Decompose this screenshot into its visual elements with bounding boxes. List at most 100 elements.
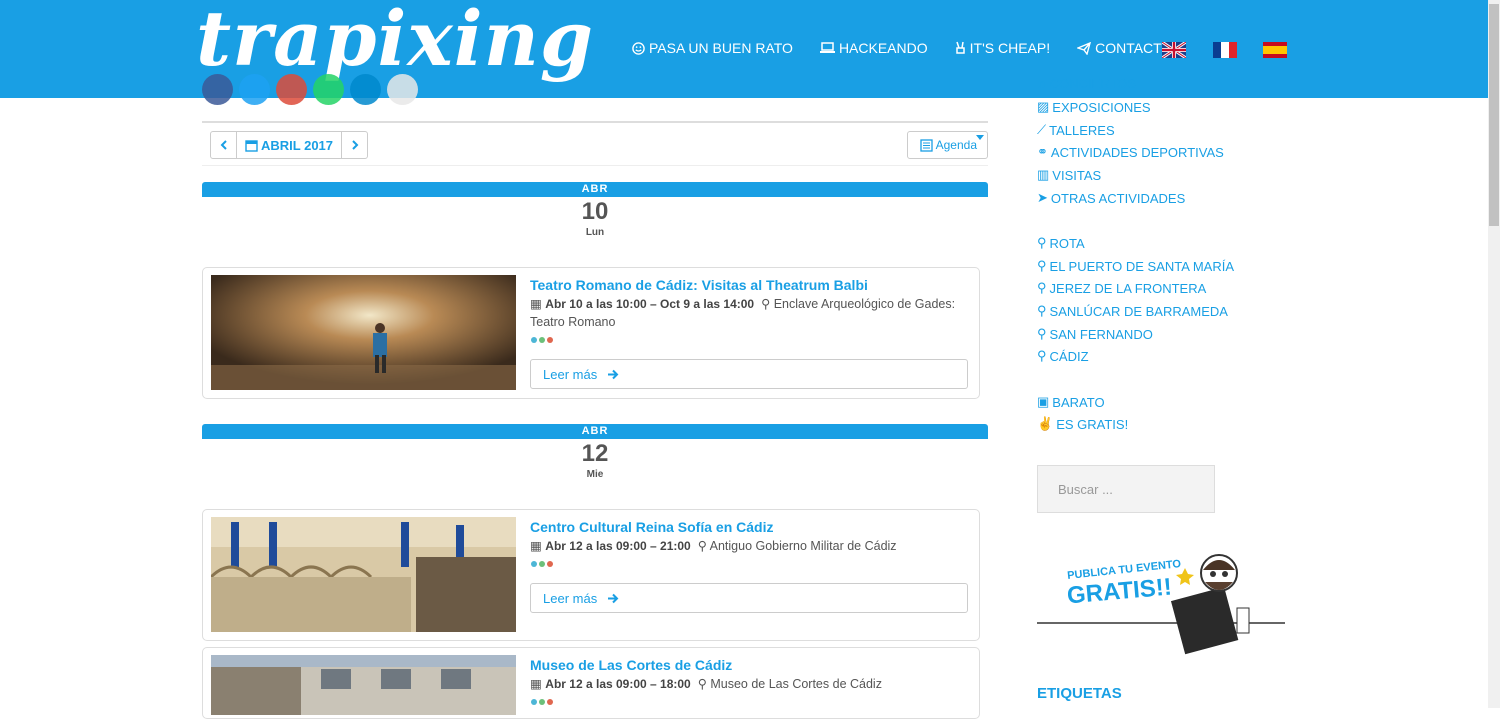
email-icon[interactable] bbox=[387, 74, 418, 105]
sidebar-item-barato[interactable]: ▣ BARATO bbox=[1037, 394, 1105, 410]
map-marker-icon: ⚲ bbox=[1037, 235, 1047, 250]
read-more-label: Leer más bbox=[543, 366, 598, 382]
image-icon: ▨ bbox=[1037, 99, 1050, 114]
day-number: 12 bbox=[581, 440, 609, 467]
day-header-month: ABR bbox=[202, 182, 988, 197]
page-scrollbar[interactable] bbox=[1488, 0, 1500, 708]
calendar-icon: ▦ bbox=[530, 297, 542, 311]
sidebar-item-label: ACTIVIDADES DEPORTIVAS bbox=[1050, 144, 1224, 160]
whatsapp-icon[interactable] bbox=[313, 74, 344, 105]
smile-icon bbox=[632, 41, 645, 55]
scrollbar-thumb[interactable] bbox=[1489, 4, 1499, 226]
event-title[interactable]: Teatro Romano de Cádiz: Visitas al Theat… bbox=[530, 277, 868, 293]
paper-plane-icon: ➤ bbox=[1037, 190, 1048, 205]
sidebar-item-otras-actividades[interactable]: ➤ OTRAS ACTIVIDADES bbox=[1037, 190, 1185, 206]
sidebar-item-label: VISITAS bbox=[1052, 167, 1102, 183]
map-marker-icon: ⚲ bbox=[697, 677, 707, 691]
sidebar-item-label: CÁDIZ bbox=[1049, 348, 1089, 364]
event-image[interactable] bbox=[211, 655, 516, 715]
month-navigation: ABRIL 2017 bbox=[210, 131, 369, 159]
sidebar-item-label: ES GRATIS! bbox=[1056, 416, 1129, 432]
category-dot bbox=[539, 699, 545, 705]
sidebar-item-place[interactable]: ⚲ SANLÚCAR DE BARRAMEDA bbox=[1037, 303, 1228, 319]
map-marker-icon: ⚲ bbox=[697, 539, 707, 553]
nav-label: HACKEANDO bbox=[838, 40, 928, 56]
peace-hand-icon bbox=[955, 41, 965, 54]
event-date: Abr 12 a las 09:00 – 21:00 bbox=[545, 539, 691, 553]
sidebar-item-place[interactable]: ⚲ EL PUERTO DE SANTA MARÍA bbox=[1037, 258, 1234, 274]
spanish-flag-icon[interactable] bbox=[1263, 42, 1287, 58]
laptop-icon bbox=[819, 42, 835, 53]
category-dot bbox=[547, 699, 553, 705]
nav-label: PASA UN BUEN RATO bbox=[649, 40, 793, 56]
event-meta: ▦ Abr 12 a las 09:00 – 21:00 ⚲ Antiguo G… bbox=[530, 537, 960, 555]
map-marker-icon: ⚲ bbox=[1037, 280, 1047, 295]
day-weekday: Mie bbox=[586, 469, 604, 480]
sidebar-item-place[interactable]: ⚲ JEREZ DE LA FRONTERA bbox=[1037, 280, 1206, 296]
search-input[interactable]: Buscar ... bbox=[1037, 465, 1215, 513]
bicycle-icon: ⚭ bbox=[1037, 144, 1048, 159]
nav-its-cheap[interactable]: IT'S CHEAP! bbox=[955, 40, 1050, 56]
sidebar-item-visitas[interactable]: ▥ VISITAS bbox=[1037, 167, 1101, 183]
category-dot bbox=[547, 561, 553, 567]
google-plus-icon[interactable] bbox=[276, 74, 307, 105]
sidebar-item-label: SAN FERNANDO bbox=[1049, 326, 1153, 342]
sidebar-item-label: BARATO bbox=[1052, 394, 1105, 410]
twitter-icon[interactable] bbox=[239, 74, 270, 105]
french-flag-icon[interactable] bbox=[1213, 42, 1237, 58]
nav-hackeando[interactable]: HACKEANDO bbox=[819, 40, 928, 56]
sidebar-item-actividades-deportivas[interactable]: ⚭ ACTIVIDADES DEPORTIVAS bbox=[1037, 144, 1224, 160]
chevron-left-icon bbox=[220, 140, 227, 150]
map-icon: ▥ bbox=[1037, 167, 1050, 182]
event-location: Museo de Las Cortes de Cádiz bbox=[710, 677, 882, 691]
sidebar-item-conciertos[interactable]: ♫ CONCIERTOS bbox=[1037, 76, 1136, 91]
publish-event-banner[interactable]: PUBLICA TU EVENTO GRATIS!! bbox=[1037, 548, 1287, 658]
nav-pasa-un-buen-rato[interactable]: PASA UN BUEN RATO bbox=[632, 40, 793, 56]
calendar-icon: ▦ bbox=[530, 539, 542, 553]
facebook-icon[interactable] bbox=[202, 74, 233, 105]
site-logo[interactable]: trapixing bbox=[196, 0, 594, 83]
category-dot bbox=[547, 337, 553, 343]
english-flag-icon[interactable] bbox=[1162, 42, 1186, 58]
prev-month-button[interactable] bbox=[211, 132, 236, 158]
sidebar-item-talleres[interactable]: ⟋ TALLERES bbox=[1037, 122, 1115, 138]
category-dots bbox=[531, 699, 553, 705]
event-card: Museo de Las Cortes de Cádiz ▦ Abr 12 a … bbox=[202, 647, 980, 719]
sidebar-item-place[interactable]: ⚲ CÁDIZ bbox=[1037, 348, 1089, 364]
category-dot bbox=[539, 337, 545, 343]
money-icon: ▣ bbox=[1037, 394, 1050, 409]
event-image[interactable] bbox=[211, 517, 516, 632]
telegram-icon[interactable] bbox=[350, 74, 381, 105]
nav-contacto[interactable]: CONTACTO bbox=[1077, 40, 1172, 56]
sidebar-item-label: CONCIERTOS bbox=[1049, 76, 1136, 91]
chevron-right-icon bbox=[351, 140, 358, 150]
category-dot bbox=[539, 561, 545, 567]
category-dot bbox=[531, 561, 537, 567]
category-dot bbox=[531, 337, 537, 343]
sidebar-item-es-gratis[interactable]: ✌ ES GRATIS! bbox=[1037, 416, 1128, 432]
view-selector[interactable]: Agenda bbox=[906, 131, 988, 159]
sidebar-item-label: OTRAS ACTIVIDADES bbox=[1050, 190, 1186, 206]
event-title[interactable]: Centro Cultural Reina Sofía en Cádiz bbox=[530, 519, 773, 535]
sidebar-item-place[interactable]: ⚲ ROTA bbox=[1037, 235, 1085, 251]
sidebar-item-exposiciones[interactable]: ▨ EXPOSICIONES bbox=[1037, 99, 1151, 115]
sidebar-item-label: EXPOSICIONES bbox=[1052, 99, 1151, 115]
read-more-button[interactable]: Leer más bbox=[530, 359, 968, 389]
event-image[interactable] bbox=[211, 275, 516, 390]
share-buttons bbox=[202, 74, 418, 105]
category-dots bbox=[531, 561, 553, 567]
month-picker-button[interactable]: ABRIL 2017 bbox=[236, 132, 343, 158]
main-nav: PASA UN BUEN RATO HACKEANDO IT'S CHEAP! … bbox=[632, 40, 1172, 56]
event-title[interactable]: Museo de Las Cortes de Cádiz bbox=[530, 657, 732, 673]
next-month-button[interactable] bbox=[342, 132, 367, 158]
caret-down-icon bbox=[976, 135, 984, 140]
map-marker-icon: ⚲ bbox=[1037, 303, 1047, 318]
read-more-button[interactable]: Leer más bbox=[530, 583, 968, 613]
peace-hand-icon: ✌ bbox=[1037, 416, 1054, 431]
day-weekday: Lun bbox=[585, 227, 605, 238]
list-icon bbox=[919, 138, 933, 152]
arrow-right-icon bbox=[608, 593, 619, 603]
map-marker-icon: ⚲ bbox=[1037, 326, 1047, 341]
sidebar-item-place[interactable]: ⚲ SAN FERNANDO bbox=[1037, 326, 1153, 342]
event-date: Abr 10 a las 10:00 – Oct 9 a las 14:00 bbox=[545, 297, 755, 311]
